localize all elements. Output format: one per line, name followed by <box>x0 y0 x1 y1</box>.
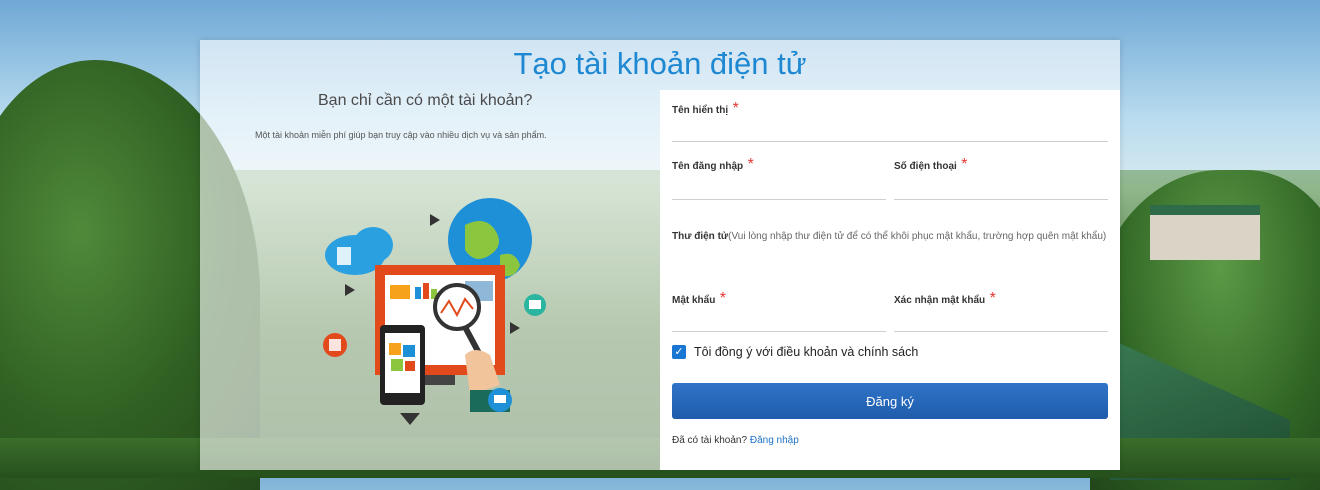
agree-label: Tôi đồng ý với điều khoản và chính sách <box>694 345 919 359</box>
login-link[interactable]: Đăng nhập <box>750 435 799 446</box>
intro-subtitle: Bạn chỉ cần có một tài khoản? <box>318 92 533 109</box>
display-name-input[interactable] <box>672 141 1108 142</box>
have-account-text: Đã có tài khoản? <box>672 435 748 446</box>
trees-right <box>1090 170 1320 490</box>
confirm-password-label: Xác nhận mật khẩu <box>894 295 986 306</box>
registration-form: Tên hiển thị * Tên đăng nhập * Số điện t… <box>660 90 1120 470</box>
phone-label: Số điện thoại <box>894 161 957 172</box>
arrow-right-icon <box>510 322 520 334</box>
username-input[interactable] <box>672 199 886 200</box>
building-right <box>1150 205 1260 260</box>
register-card: Tạo tài khoản điện tử Bạn chỉ cần có một… <box>200 40 1120 470</box>
email-label: Thư điện tử <box>672 231 729 242</box>
confirm-password-field[interactable]: Xác nhận mật khẩu * <box>894 290 1108 332</box>
required-mark: * <box>961 156 968 173</box>
required-mark: * <box>747 156 754 173</box>
checkmark-icon: ✓ <box>674 346 684 358</box>
phone-icon <box>380 325 425 405</box>
phone-field[interactable]: Số điện thoại * <box>894 156 1108 200</box>
arrow-down-icon <box>400 413 420 425</box>
arrow-right-icon <box>345 284 355 296</box>
roof-right <box>1090 330 1290 480</box>
arrow-right-icon <box>430 214 440 226</box>
required-mark: * <box>719 290 727 307</box>
display-name-label: Tên hiển thị <box>672 105 729 116</box>
required-mark: * <box>989 290 996 307</box>
agree-checkbox[interactable]: ✓ <box>672 345 686 359</box>
register-button[interactable]: Đăng ký <box>672 383 1108 419</box>
required-mark: * <box>732 100 739 117</box>
intro-description: Một tài khoản miễn phí giúp bạn truy cập… <box>255 130 547 140</box>
display-name-field[interactable]: Tên hiển thị * <box>672 100 1108 142</box>
username-field[interactable]: Tên đăng nhập * <box>672 156 886 200</box>
password-field[interactable]: Mật khẩu * <box>672 290 886 332</box>
username-label: Tên đăng nhập <box>672 161 744 172</box>
page-title: Tạo tài khoản điện tử <box>513 46 807 81</box>
confirm-password-input[interactable] <box>894 331 1108 332</box>
password-input[interactable] <box>672 331 886 332</box>
password-label: Mật khẩu <box>672 295 716 306</box>
analytics-devices-illustration <box>323 198 546 425</box>
agree-row[interactable]: ✓ Tôi đồng ý với điều khoản và chính sác… <box>672 345 918 359</box>
login-row: Đã có tài khoản? Đăng nhập <box>672 435 799 446</box>
email-hint: (Vui lòng nhập thư điện tử để có thể khô… <box>728 231 1107 242</box>
email-field[interactable]: Thư điện tử(Vui lòng nhập thư điện tử để… <box>672 228 1108 270</box>
phone-input[interactable] <box>894 199 1108 200</box>
